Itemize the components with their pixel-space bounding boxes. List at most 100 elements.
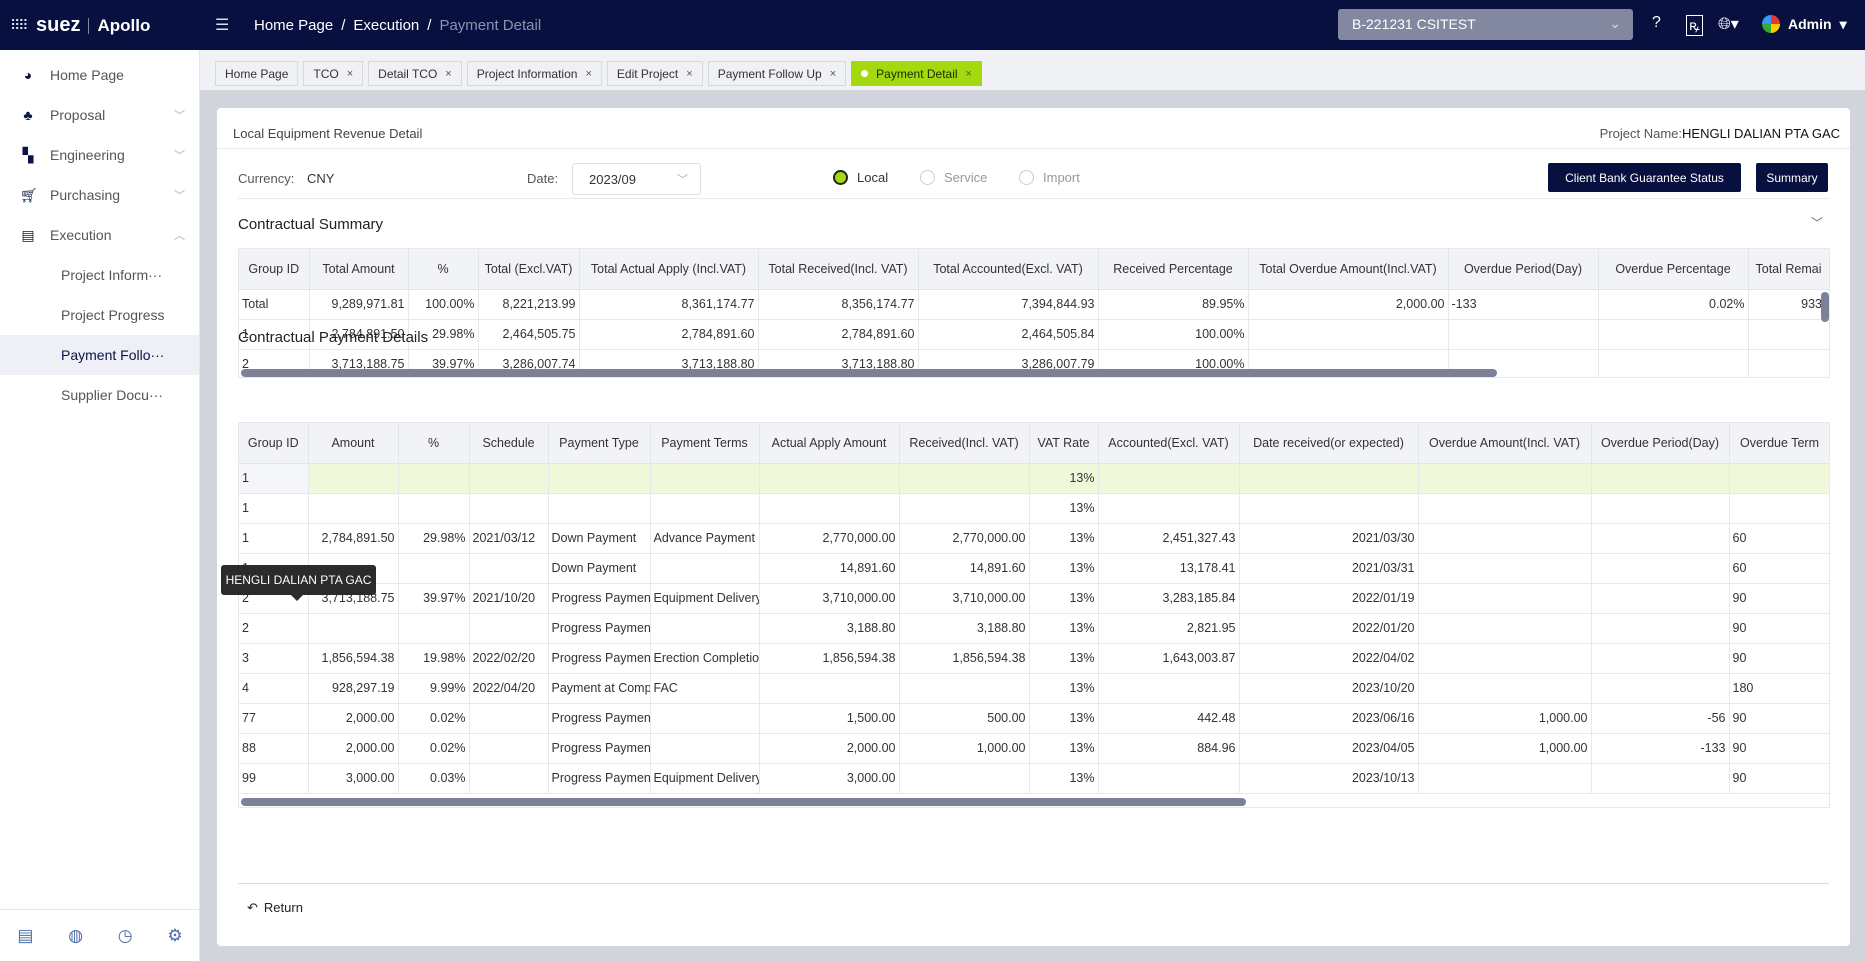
- tab-home-page[interactable]: Home Page: [215, 61, 299, 86]
- column-header[interactable]: Payment Terms: [650, 423, 760, 464]
- column-header[interactable]: Overdue Percentage: [1598, 249, 1749, 290]
- globe-icon[interactable]: 🌐︎▾: [1718, 14, 1739, 34]
- return-button[interactable]: ↶ Return: [247, 900, 303, 916]
- table-row[interactable]: 4 928,297.19 9.99% 2022/04/20 Payment at Com…: [239, 673, 1829, 704]
- column-header[interactable]: Date received(or expected): [1239, 423, 1419, 464]
- close-icon[interactable]: ×: [347, 68, 353, 80]
- column-header[interactable]: Total Overdue Amount(Incl.VAT): [1248, 249, 1449, 290]
- sidebar-item-label: Execution: [50, 227, 112, 243]
- column-header[interactable]: Received Percentage: [1098, 249, 1249, 290]
- column-header[interactable]: Group ID: [239, 249, 310, 290]
- menu-fold-icon[interactable]: ☰: [215, 15, 229, 35]
- table-row[interactable]: 1 13%: [239, 463, 1829, 494]
- breadcrumb-execution[interactable]: Execution: [353, 17, 419, 34]
- close-icon[interactable]: ×: [445, 68, 451, 80]
- table-cell: [759, 673, 900, 704]
- radio-local[interactable]: Local: [833, 170, 888, 185]
- vertical-scrollbar[interactable]: [1821, 292, 1829, 322]
- sidebar-item-execution[interactable]: ▤ Execution ︿: [0, 215, 199, 255]
- table-row[interactable]: 88 2,000.00 0.02% Progress Payment 2,000.00 1…: [239, 733, 1829, 764]
- horizontal-scrollbar[interactable]: [241, 369, 1497, 377]
- sidebar-item-purchasing[interactable]: 🛒︎ Purchasing ﹀: [0, 175, 199, 215]
- document-icon[interactable]: ▤: [17, 926, 33, 946]
- tab-tco[interactable]: TCO ×: [303, 61, 364, 86]
- help-icon[interactable]: ?: [1652, 14, 1661, 32]
- table-row[interactable]: 2 Progress Payment 3,188.80 3,188.80 13% 2,82…: [239, 613, 1829, 644]
- column-header[interactable]: Overdue Term: [1729, 423, 1829, 464]
- table-row[interactable]: 1 2,784,891.50 29.98% 2021/03/12 Down Paymen…: [239, 523, 1829, 554]
- column-header[interactable]: %: [398, 423, 470, 464]
- sidebar-subitem-project-information[interactable]: Project Inform···: [0, 255, 199, 295]
- clock-icon[interactable]: ◷: [118, 926, 133, 946]
- column-header[interactable]: Total Actual Apply (Incl.VAT): [579, 249, 759, 290]
- column-header[interactable]: Group ID: [239, 423, 309, 464]
- table-cell: 88: [239, 733, 309, 764]
- column-header[interactable]: Total Received(Incl. VAT): [758, 249, 919, 290]
- sidebar-subitem-payment-follow-up[interactable]: Payment Follo···: [0, 335, 199, 375]
- breadcrumb-home[interactable]: Home Page: [254, 17, 333, 34]
- horizontal-scrollbar[interactable]: [241, 798, 1246, 806]
- client-bank-guarantee-button[interactable]: Client Bank Guarantee Status: [1548, 163, 1741, 192]
- table-row[interactable]: 1 2,784,891.50 29.98% 2,464,505.75 2,784,891…: [239, 319, 1829, 350]
- gear-icon[interactable]: ⚙: [167, 926, 182, 946]
- column-header[interactable]: Schedule: [469, 423, 549, 464]
- tab-payment-follow-up[interactable]: Payment Follow Up ×: [707, 61, 847, 86]
- column-header[interactable]: Accounted(Excl. VAT): [1098, 423, 1240, 464]
- close-icon[interactable]: ×: [830, 68, 836, 80]
- project-select[interactable]: B-221231 CSITEST ⌄: [1338, 9, 1633, 40]
- column-header[interactable]: Overdue Amount(Incl. VAT): [1418, 423, 1592, 464]
- sidebar-item-proposal[interactable]: ♣ Proposal ﹀: [0, 95, 199, 135]
- column-header[interactable]: Total Remai: [1748, 249, 1829, 290]
- table-cell: [469, 463, 549, 494]
- summary-button[interactable]: Summary: [1756, 163, 1828, 192]
- column-header[interactable]: Total Amount: [309, 249, 409, 290]
- tab-detail-tco[interactable]: Detail TCO ×: [368, 61, 462, 86]
- avatar: [1762, 15, 1780, 33]
- table-row[interactable]: 3 1,856,594.38 19.98% 2022/02/20 Progress Pa…: [239, 643, 1829, 674]
- apps-grid-icon[interactable]: ⠿⠿: [10, 17, 28, 34]
- column-header[interactable]: Received(Incl. VAT): [899, 423, 1030, 464]
- close-icon[interactable]: ×: [585, 68, 591, 80]
- table-row[interactable]: 77 2,000.00 0.02% Progress Payment 1,500.00 5…: [239, 703, 1829, 734]
- basketball-icon[interactable]: ◍: [68, 926, 83, 946]
- table-cell: [899, 673, 1030, 704]
- table-row[interactable]: 1 13%: [239, 493, 1829, 524]
- column-header[interactable]: Total Accounted(Excl. VAT): [918, 249, 1099, 290]
- table-cell: [650, 493, 760, 524]
- chevron-down-icon: ⌄: [1609, 15, 1621, 31]
- table-cell: 2,000.00: [308, 733, 399, 764]
- table-row[interactable]: 2 3,713,188.75 39.97% 2021/10/20 Progress Pa…: [239, 583, 1829, 614]
- column-header[interactable]: Payment Type: [548, 423, 651, 464]
- table-row[interactable]: Total 9,289,971.81 100.00% 8,221,213.99 8,36…: [239, 289, 1829, 320]
- user-menu[interactable]: Admin ▾: [1762, 15, 1847, 33]
- tab-payment-detail[interactable]: Payment Detail ×: [851, 61, 982, 86]
- column-header[interactable]: Total (Excl.VAT): [478, 249, 580, 290]
- tab-project-information[interactable]: Project Information ×: [466, 61, 602, 86]
- column-header[interactable]: %: [408, 249, 479, 290]
- tab-edit-project[interactable]: Edit Project ×: [606, 61, 703, 86]
- column-header[interactable]: Overdue Period(Day): [1591, 423, 1730, 464]
- table-row[interactable]: 99 3,000.00 0.03% Progress Payment Equipment…: [239, 763, 1829, 794]
- table-cell: 928,297.19: [308, 673, 399, 704]
- close-icon[interactable]: ×: [966, 68, 972, 80]
- sidebar-item-home[interactable]: ◕ Home Page: [0, 55, 199, 95]
- column-header[interactable]: Overdue Period(Day): [1448, 249, 1599, 290]
- column-header[interactable]: Actual Apply Amount: [759, 423, 900, 464]
- column-header[interactable]: Amount: [308, 423, 399, 464]
- table-cell: [1239, 493, 1419, 524]
- tooltip: HENGLI DALIAN PTA GAC: [221, 565, 376, 601]
- sidebar-subitem-supplier-documents[interactable]: Supplier Docu···: [0, 375, 199, 415]
- radio-service[interactable]: Service: [920, 170, 987, 185]
- sidebar-item-engineering[interactable]: ▚ Engineering ﹀: [0, 135, 199, 175]
- radio-import[interactable]: Import: [1019, 170, 1080, 185]
- sidebar-subitem-project-progress[interactable]: Project Progress: [0, 295, 199, 335]
- chevron-down-icon[interactable]: ﹀: [1811, 214, 1823, 231]
- contact-card-icon[interactable]: ꝶ: [1686, 15, 1703, 36]
- table-cell: 90: [1729, 763, 1829, 794]
- date-select[interactable]: 2023/09 ﹀: [572, 163, 701, 195]
- column-header[interactable]: VAT Rate: [1029, 423, 1099, 464]
- table-cell: [1591, 613, 1730, 644]
- table-cell: 2022/01/20: [1239, 613, 1419, 644]
- close-icon[interactable]: ×: [686, 68, 692, 80]
- table-row[interactable]: 1Down Payment14,891.6014,891.6013%13,178…: [239, 553, 1829, 584]
